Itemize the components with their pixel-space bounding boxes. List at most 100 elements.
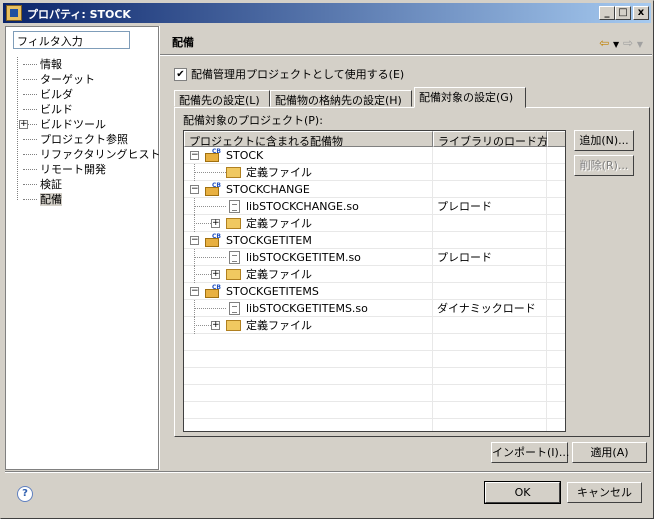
load-method[interactable]	[433, 164, 437, 181]
table-row[interactable]: libSTOCKGETITEMS.so ダイナミックロード	[184, 300, 565, 317]
category-pane: フィルタ入力 情報 ターゲット ビルダ ビルド + ビルドツール プロジェクト参照リファクタ…	[5, 26, 172, 470]
empty-row	[184, 368, 565, 385]
load-method[interactable]	[433, 232, 437, 249]
deployable-name: 定義ファイル	[246, 217, 312, 230]
column-header-deployable[interactable]: プロジェクトに含まれる配備物	[184, 131, 433, 148]
table-row[interactable]: − CB STOCK	[184, 147, 565, 164]
history-nav: ⇦ ▼ ⇨ ▼	[599, 36, 643, 50]
sidebar-item[interactable]: 情報	[12, 57, 157, 72]
sidebar-item[interactable]: リファクタリングヒストリ	[12, 147, 172, 162]
apply-button[interactable]: 適用(A)	[572, 442, 647, 463]
tree-connector	[194, 308, 226, 309]
help-icon[interactable]: ?	[17, 486, 33, 502]
import-button[interactable]: インポート(I)...	[491, 442, 569, 463]
expand-icon[interactable]: +	[211, 270, 220, 279]
sidebar-item[interactable]: + ビルドツール	[12, 117, 157, 132]
ok-button[interactable]: OK	[484, 481, 561, 504]
category-tree: 情報 ターゲット ビルダ ビルド + ビルドツール プロジェクト参照リファクタリングヒストリ…	[12, 57, 172, 207]
table-row[interactable]: + 定義ファイル	[184, 317, 565, 334]
sidebar-item-label: リファクタリングヒストリ	[40, 148, 172, 161]
empty-row	[184, 334, 565, 351]
settings-pane: 配備 ⇦ ▼ ⇨ ▼ ✔ 配備管理用プロジェクトとして使用する(E) 配備先の設定…	[159, 26, 652, 470]
load-method[interactable]	[433, 181, 437, 198]
deployable-name: STOCK	[226, 149, 264, 162]
deployables-table[interactable]: プロジェクトに含まれる配備物 ライブラリのロード方法 − CB STOCK 定義ファイ…	[183, 130, 566, 432]
sidebar-item[interactable]: ターゲット	[12, 72, 157, 87]
column-header-filler	[547, 131, 565, 147]
project-folder-icon: CB	[205, 233, 221, 247]
deployable-name: libSTOCKGETITEMS.so	[246, 302, 368, 315]
empty-row	[184, 385, 565, 402]
sidebar-item-label: プロジェクト参照	[40, 133, 128, 146]
sidebar-item-label: リモート開発	[40, 163, 106, 176]
sidebar-item[interactable]: ビルダ	[12, 87, 157, 102]
table-header: プロジェクトに含まれる配備物 ライブラリのロード方法	[184, 131, 565, 148]
load-method[interactable]	[433, 147, 437, 164]
add-button[interactable]: 追加(N)...	[574, 130, 634, 151]
load-method[interactable]	[433, 317, 437, 334]
minimize-button[interactable]: _	[599, 6, 615, 20]
load-method[interactable]: プレロード	[433, 198, 492, 215]
tab-deploy-targets[interactable]: 配備対象の設定(G)	[414, 87, 526, 108]
expand-icon[interactable]: +	[211, 321, 220, 330]
table-row[interactable]: + 定義ファイル	[184, 215, 565, 232]
divider	[160, 54, 652, 56]
tree-connector	[23, 199, 37, 200]
close-button[interactable]: x	[633, 6, 649, 20]
collapse-icon[interactable]: −	[190, 287, 199, 296]
column-header-load-method[interactable]: ライブラリのロード方法	[433, 131, 559, 148]
filter-input[interactable]: フィルタ入力	[13, 31, 130, 49]
collapse-icon[interactable]: −	[190, 236, 199, 245]
expand-icon[interactable]: +	[19, 120, 28, 129]
sidebar-item[interactable]: ビルド	[12, 102, 157, 117]
deployable-name: STOCKGETITEM	[226, 234, 312, 247]
tree-connector	[23, 169, 37, 170]
back-dropdown-icon[interactable]: ▼	[613, 40, 619, 49]
page-title: 配備	[172, 36, 194, 49]
load-method[interactable]	[433, 266, 437, 283]
load-method[interactable]	[433, 215, 437, 232]
use-deploy-project-row[interactable]: ✔ 配備管理用プロジェクトとして使用する(E)	[174, 66, 404, 81]
deployable-name: STOCKGETITEMS	[226, 285, 319, 298]
title-bar[interactable]: プロパティ: STOCK _ □ x	[3, 3, 651, 23]
tab-deploy-destination[interactable]: 配備先の設定(L)	[174, 90, 270, 107]
expand-icon[interactable]: +	[211, 219, 220, 228]
sidebar-item[interactable]: 検証	[12, 177, 157, 192]
sidebar-item-label: 検証	[40, 178, 62, 191]
file-icon	[229, 251, 240, 264]
sidebar-item[interactable]: 配備	[12, 192, 157, 207]
sidebar-item[interactable]: リモート開発	[12, 162, 157, 177]
load-method[interactable]: プレロード	[433, 249, 492, 266]
load-method[interactable]: ダイナミックロード	[433, 300, 536, 317]
tab-storage-destination[interactable]: 配備物の格納先の設定(H)	[270, 90, 412, 107]
empty-row	[184, 419, 565, 431]
forward-arrow-icon[interactable]: ⇨	[623, 36, 633, 50]
window-title: プロパティ: STOCK	[27, 8, 131, 21]
properties-window: プロパティ: STOCK _ □ x フィルタ入力 情報 ターゲット ビルダ ビルド +…	[0, 0, 654, 519]
deployable-name: libSTOCKGETITEM.so	[246, 251, 361, 264]
forward-dropdown-icon[interactable]: ▼	[637, 40, 643, 49]
maximize-button[interactable]: □	[615, 6, 631, 20]
back-arrow-icon[interactable]: ⇦	[599, 36, 609, 50]
collapse-icon[interactable]: −	[190, 151, 199, 160]
sidebar-item[interactable]: プロジェクト参照	[12, 132, 157, 147]
cancel-button[interactable]: キャンセル	[567, 482, 642, 503]
sidebar-item-label: ターゲット	[40, 73, 95, 86]
deployable-name: STOCKCHANGE	[226, 183, 310, 196]
footer-divider	[5, 471, 651, 473]
table-row[interactable]: − CB STOCKGETITEM	[184, 232, 565, 249]
collapse-icon[interactable]: −	[190, 185, 199, 194]
table-row[interactable]: − CB STOCKGETITEMS	[184, 283, 565, 300]
project-folder-icon: CB	[205, 182, 221, 196]
table-row[interactable]: libSTOCKCHANGE.so プレロード	[184, 198, 565, 215]
load-method[interactable]	[433, 283, 437, 300]
table-row[interactable]: + 定義ファイル	[184, 266, 565, 283]
file-icon	[229, 200, 240, 213]
table-row[interactable]: libSTOCKGETITEM.so プレロード	[184, 249, 565, 266]
use-deploy-project-checkbox[interactable]: ✔	[174, 67, 187, 81]
table-row[interactable]: 定義ファイル	[184, 164, 565, 181]
remove-button[interactable]: 削除(R)...	[574, 155, 634, 176]
table-row[interactable]: − CB STOCKCHANGE	[184, 181, 565, 198]
tree-connector	[23, 154, 37, 155]
tree-connector	[23, 79, 37, 80]
